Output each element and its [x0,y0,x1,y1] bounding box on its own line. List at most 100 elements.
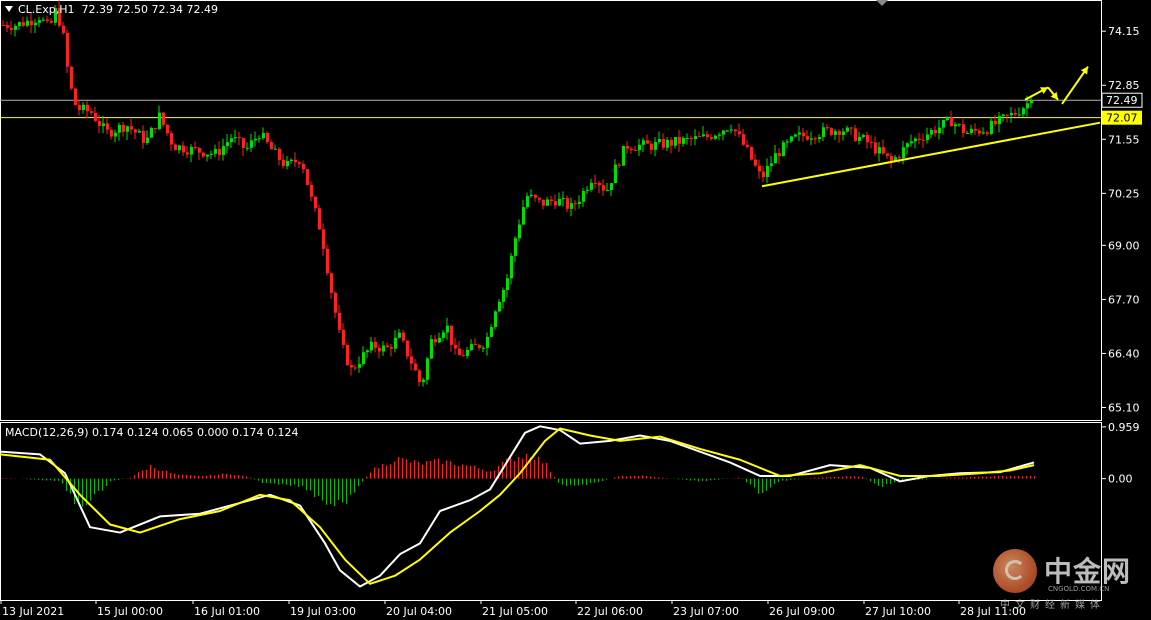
candle-bull [654,141,657,150]
watermark-domain: CNGOLD.COM.CN [1048,585,1110,593]
candle-bull [250,140,253,148]
candle-bear [310,184,313,197]
scroll-marker-icon [876,0,888,6]
candle-bear [598,182,601,186]
candle-bear [270,142,273,150]
time-tick-label: 23 Jul 07:00 [673,605,739,618]
candle-bear [202,152,205,157]
candle-bull [210,153,213,155]
candle-bear [454,344,457,349]
price-tick-label: 72.85 [1108,79,1140,92]
candle-bear [22,22,25,26]
candle-bull [518,224,521,239]
candle-bear [670,139,673,146]
candle-bull [494,311,497,328]
candle-bull [1022,108,1025,115]
candle-bear [750,146,753,160]
candle-bull [118,124,121,133]
candle-bull [486,336,489,348]
candle-bull [510,255,513,279]
candle-bull [582,190,585,202]
candle-bull [82,104,85,110]
candle-bear [174,144,177,151]
candle-bear [142,130,145,143]
candle-bear [462,355,465,357]
candle-bear [298,162,301,164]
candle-bull [178,145,181,151]
price-tick-label: 66.40 [1108,347,1140,360]
candle-bull [18,22,21,26]
candle-bear [806,136,809,140]
macd-header: MACD(12,26,9) 0.174 0.124 0.065 0.000 0.… [5,426,299,439]
candle-bear [706,134,709,138]
ohlc-values: 72.39 72.50 72.34 72.49 [81,3,218,16]
candle-bear [386,345,389,348]
candle-bull [578,201,581,204]
candle-bear [70,66,73,89]
candle-bear [602,185,605,191]
candle-bull [990,120,993,134]
candle-bull [966,133,969,135]
candle-bear [278,148,281,160]
candle-bull [514,238,517,256]
candle-bull [362,352,365,365]
candle-bear [618,164,621,166]
current-price-label: 72.49 [1106,94,1138,107]
candle-bull [546,199,549,206]
candle-bull [638,144,641,151]
candle-bull [26,20,29,26]
candle-bull [1030,100,1033,104]
candle-bear [354,367,357,369]
candle-bear [170,133,173,145]
candle-bull [998,116,1001,125]
candle-bull [190,146,193,155]
candle-bear [326,248,329,274]
macd-tick-label: 0.00 [1108,473,1133,486]
candle-bear [758,165,761,172]
candle-bull [642,140,645,145]
price-tick-label: 65.10 [1108,402,1140,415]
candles-group [2,0,1033,387]
candle-bull [398,332,401,338]
candle-bull [610,183,613,190]
candle-bear [778,153,781,157]
candle-bear [266,132,269,143]
candle-bear [30,20,33,26]
candle-bull [286,161,289,167]
price-tick-label: 67.70 [1108,293,1140,306]
main-chart-header: CL.Exp,H1 72.39 72.50 72.34 72.49 [5,3,218,16]
candle-bear [802,132,805,137]
candle-bear [414,363,417,371]
dropdown-triangle-icon[interactable] [5,6,13,12]
candle-bear [994,120,997,125]
candle-bear [890,155,893,162]
line-price-label: 72.07 [1106,112,1138,125]
cngold-logo-icon [993,549,1037,593]
candle-bull [694,136,697,140]
candle-bear [698,136,701,138]
candle-bear [154,127,157,129]
chart-canvas[interactable]: 74.15 72.85 71.55 70.25 69.00 67.70 66.40 65.10… [0,0,1151,620]
candle-bull [438,337,441,343]
candle-bull [930,129,933,135]
candle-bull [146,137,149,143]
candle-bear [106,123,109,130]
candle-bull [658,138,661,142]
candle-bear [6,25,9,28]
candle-bear [850,127,853,129]
candle-bull [770,163,773,166]
candle-bull [430,339,433,359]
candle-bear [78,105,81,110]
candle-bear [962,124,965,134]
candle-bull [366,350,369,353]
candle-bear [314,196,317,209]
candle-bear [814,138,817,140]
candle-bull [794,134,797,137]
candle-bull [702,134,705,137]
candle-bull [718,134,721,136]
candle-bear [754,159,757,166]
candle-bull [394,337,397,349]
candle-bear [474,344,477,346]
candle-bear [650,143,653,150]
candle-bear [838,131,841,136]
